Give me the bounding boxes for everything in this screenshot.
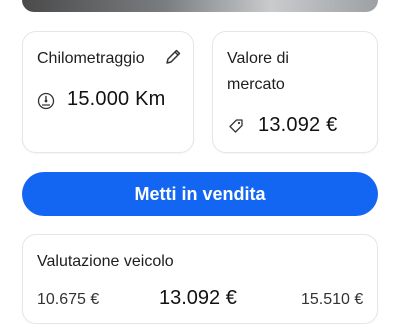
- valuation-high: 15.510 €: [301, 291, 364, 308]
- tag-icon: [229, 119, 243, 133]
- odometer-icon: [37, 92, 55, 110]
- vehicle-photo: [22, 0, 378, 12]
- sell-button[interactable]: Metti in vendita: [22, 172, 378, 216]
- market-value-card: Valore di mercato 13.092 €: [212, 31, 378, 153]
- valuation-mid: 13.092 €: [159, 287, 237, 309]
- valuation-low: 10.675 €: [37, 291, 100, 308]
- mileage-title: Chilometraggio: [37, 50, 145, 67]
- pencil-icon[interactable]: [164, 48, 182, 66]
- mileage-value: 15.000 Km: [67, 88, 166, 110]
- mileage-card: Chilometraggio 15.000 Km: [22, 31, 194, 153]
- market-value-title: Valore di mercato: [227, 50, 289, 93]
- valuation-title: Valutazione veicolo: [37, 253, 174, 270]
- market-value: 13.092 €: [258, 114, 338, 136]
- valuation-card: Valutazione veicolo 10.675 € 13.092 € 15…: [22, 234, 378, 324]
